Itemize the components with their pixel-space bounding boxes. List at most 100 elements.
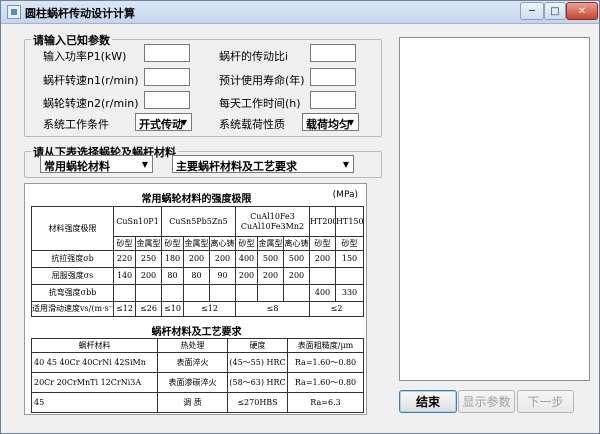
minimize-button[interactable]: ─	[520, 2, 544, 20]
table1-col-header: CuSn10P1	[113, 206, 162, 237]
main-window: 圆柱蜗杆传动设计计算 ─ □ ✕ 请输入已知参数 输入功率P1(kW) 蜗杆转速…	[0, 0, 600, 434]
daily-hours-label: 每天工作时间(h)	[219, 97, 301, 110]
table1-cell: 200	[282, 267, 311, 285]
table1-corner-header: 材料强度极限	[31, 206, 114, 251]
table2-col-header: 表面粗糙度/μm	[287, 338, 364, 353]
table1-col-header: CuAl10Fe3 CuAl10Fe3Mn2	[234, 206, 311, 237]
table1-cell: 150	[335, 250, 365, 268]
known-params-title: 请输入已知参数	[31, 32, 112, 48]
table1-cell: 200	[235, 267, 258, 285]
chevron-down-icon[interactable]: ▼	[138, 156, 152, 172]
table1-col-header: HT150	[335, 206, 365, 237]
table1-subheader: 砂型	[309, 236, 337, 251]
table1-cell: 180	[161, 250, 184, 268]
table1-cell: 250	[135, 250, 162, 268]
table1-cell: ≤12	[183, 301, 236, 317]
table1-cell: ≤8	[234, 301, 311, 317]
finish-button[interactable]: 结束	[399, 390, 457, 413]
table1-cell: ≤2	[309, 301, 365, 317]
table1-cell	[113, 284, 136, 302]
table2-cell: 表面渗碳淬火	[157, 372, 228, 393]
table1-unit: (MPa)	[332, 190, 358, 200]
table2-cell: 20Cr 20CrMnTi 12CrNi3A	[31, 372, 158, 393]
worm-speed-field[interactable]	[144, 68, 190, 86]
table1-cell: 90	[209, 267, 236, 285]
table1-cell: 330	[335, 284, 365, 302]
table2-cell: 调 质	[157, 392, 228, 413]
table1-subheader: 砂型	[113, 236, 136, 251]
table1-cell: 200	[309, 250, 337, 268]
table1-subheader: 金属型	[183, 236, 210, 251]
show-params-button[interactable]: 显示参数	[458, 390, 515, 413]
table1-row-label: 屈服强度σs	[31, 267, 114, 285]
worm-speed-label: 蜗杆转速n1(r/min)	[43, 74, 139, 87]
wheel-speed-label: 蜗轮转速n2(r/min)	[43, 97, 139, 110]
load-nature-label: 系统载荷性质	[219, 118, 285, 131]
ratio-field[interactable]	[310, 44, 356, 62]
table1-cell	[235, 284, 258, 302]
maximize-button[interactable]: □	[544, 2, 566, 20]
table2-col-header: 硬度	[227, 338, 288, 353]
app-icon	[7, 5, 21, 19]
table1-cell	[183, 284, 210, 302]
material-table-image: 常用蜗轮材料的强度极限 (MPa) 材料强度极限 CuSn10P1 CuSn5P…	[24, 183, 367, 415]
table1-subheader: 金属型	[257, 236, 284, 251]
table2-title: 蜗杆材料及工艺要求	[151, 327, 242, 338]
table2-cell: 40 45 40Cr 40CrNi 42SiMn	[31, 352, 158, 373]
table2-cell: (58～63) HRC	[227, 372, 288, 393]
table2-cell: (45～55) HRC	[227, 352, 288, 373]
table1-cell: 400	[235, 250, 258, 268]
table1-cell: 500	[282, 250, 311, 268]
input-power-field[interactable]	[144, 44, 190, 62]
wheel-material-select[interactable]: 常用蜗轮材料 ▼	[40, 155, 153, 173]
table1-cell: 400	[309, 284, 337, 302]
table1-cell: 220	[113, 250, 136, 268]
table2-cell: Ra=1.60～0.80	[287, 372, 364, 393]
table1-col-header: CuSn5Pb5Zn5	[161, 206, 236, 237]
table1-cell	[309, 267, 337, 285]
table2-cell: 表面淬火	[157, 352, 228, 373]
load-nature-select[interactable]: 载荷均匀 ▼	[302, 113, 359, 131]
window-title: 圆柱蜗杆传动设计计算	[25, 7, 135, 20]
chevron-down-icon[interactable]: ▼	[177, 114, 191, 130]
worm-material-select[interactable]: 主要蜗杆材料及工艺要求 ▼	[172, 155, 354, 173]
life-label: 预计使用寿命(年)	[219, 74, 305, 87]
table1-subheader: 金属型	[135, 236, 162, 251]
daily-hours-field[interactable]	[310, 91, 356, 109]
table1-row-label: 抗拉强度σb	[31, 250, 114, 268]
output-panel[interactable]	[399, 37, 590, 381]
table2-col-header: 热处理	[157, 338, 228, 353]
input-power-label: 输入功率P1(kW)	[43, 50, 127, 63]
wheel-material-value: 常用蜗轮材料	[44, 160, 110, 173]
table1-subheader: 砂型	[335, 236, 365, 251]
wheel-speed-field[interactable]	[144, 91, 190, 109]
table2-cell: 45	[31, 392, 158, 413]
title-bar[interactable]: 圆柱蜗杆传动设计计算 ─ □ ✕	[1, 1, 599, 24]
life-field[interactable]	[310, 68, 356, 86]
table1-cell: 80	[183, 267, 210, 285]
table1-cell: ≤12	[113, 301, 136, 317]
table1-subheader: 砂型	[161, 236, 184, 251]
table1-cell: 200	[209, 250, 236, 268]
worm-material-table: 蜗杆材料 热处理 硬度 表面粗糙度/μm 40 45 40Cr 40CrNi 4…	[31, 338, 364, 413]
table1-cell: 500	[257, 250, 284, 268]
working-condition-label: 系统工作条件	[43, 118, 109, 131]
table1-cell: 200	[135, 267, 162, 285]
table1-cell: 200	[257, 267, 284, 285]
chevron-down-icon[interactable]: ▼	[344, 114, 358, 130]
close-button[interactable]: ✕	[566, 2, 598, 20]
chevron-down-icon[interactable]: ▼	[339, 156, 353, 172]
table2-cell: Ra=6.3	[287, 392, 364, 413]
table1-cell	[161, 284, 184, 302]
table1-cell	[282, 284, 311, 302]
ratio-label: 蜗杆的传动比i	[219, 50, 289, 63]
worm-material-value: 主要蜗杆材料及工艺要求	[176, 160, 297, 173]
table1-cell: ≤26	[135, 301, 162, 317]
table1-cell	[209, 284, 236, 302]
table1-cell: 140	[113, 267, 136, 285]
next-step-button[interactable]: 下一步	[517, 390, 574, 413]
working-condition-select[interactable]: 开式传动 ▼	[135, 113, 192, 131]
table2-cell: ≤270HBS	[227, 392, 288, 413]
table1-row-label: 抗弯强度σbb	[31, 284, 114, 302]
table1-cell	[135, 284, 162, 302]
